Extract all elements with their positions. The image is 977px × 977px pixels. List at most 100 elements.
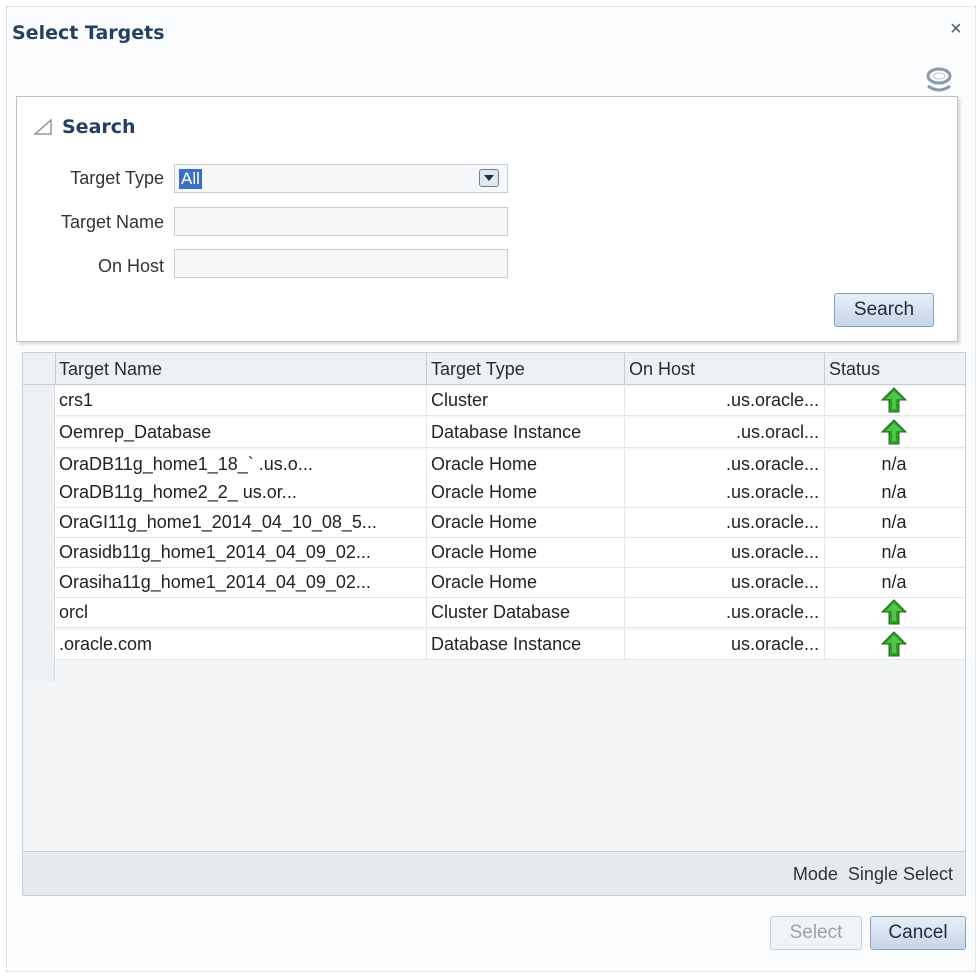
cell-separator bbox=[624, 386, 625, 416]
table-row[interactable]: OraDB11g_home1_18_` .us.o... Oracle Home.… bbox=[55, 450, 965, 480]
cell-status: n/a bbox=[827, 512, 961, 533]
cell-target-name: orcl bbox=[59, 602, 89, 622]
cell-separator bbox=[824, 508, 825, 538]
status-text: n/a bbox=[881, 482, 907, 502]
cell-separator bbox=[426, 538, 427, 568]
cell-target-type: Cluster Database bbox=[431, 602, 571, 622]
table-header: Target Name Target Type On Host Status bbox=[23, 353, 965, 385]
target-name-label: Target Name bbox=[60, 212, 164, 232]
up-arrow-icon bbox=[880, 631, 908, 657]
target-type-select[interactable]: All bbox=[174, 164, 508, 193]
cell-on-host: .us.oracle... bbox=[725, 602, 819, 622]
cell-target-type: Cluster bbox=[431, 390, 489, 410]
up-arrow-icon bbox=[880, 599, 908, 625]
column-header-target-type[interactable]: Target Type bbox=[431, 359, 525, 380]
disclosure-triangle-icon[interactable] bbox=[34, 119, 52, 135]
dropdown-arrow-icon[interactable] bbox=[479, 169, 499, 187]
cell-separator bbox=[624, 598, 625, 628]
cell-status bbox=[827, 631, 961, 662]
cell-separator bbox=[624, 508, 625, 538]
target-name-input[interactable] bbox=[174, 207, 508, 236]
cancel-button[interactable]: Cancel bbox=[870, 916, 966, 950]
dialog-title: Select Targets bbox=[12, 22, 165, 44]
cell-separator bbox=[426, 568, 427, 598]
cell-target-name: OraDB11g_home2_2_ us.or... bbox=[59, 482, 297, 502]
column-separator bbox=[55, 353, 56, 385]
cell-separator bbox=[426, 418, 427, 448]
cell-target-name: .oracle.com bbox=[59, 634, 153, 654]
search-section-header[interactable]: Search bbox=[34, 116, 136, 138]
cell-separator bbox=[426, 508, 427, 538]
cell-target-type: Oracle Home bbox=[431, 454, 538, 474]
on-host-label: On Host bbox=[97, 256, 164, 276]
status-text: n/a bbox=[881, 542, 907, 562]
oracle-help-icon[interactable] bbox=[924, 64, 954, 98]
cell-separator bbox=[624, 568, 625, 598]
cell-on-host: us.oracle... bbox=[730, 542, 819, 562]
cell-separator bbox=[824, 418, 825, 448]
table-row[interactable]: Orasiha11g_home1_2014_04_09_02... Oracle … bbox=[55, 568, 965, 598]
cell-target-type: Oracle Home bbox=[431, 512, 538, 532]
cell-separator bbox=[426, 386, 427, 416]
cell-target-name: OraDB11g_home1_18_` .us.o... bbox=[59, 454, 313, 474]
cell-on-host: us.oracle... bbox=[730, 572, 819, 592]
search-header-label: Search bbox=[62, 116, 136, 138]
cell-target-type: Oracle Home bbox=[431, 542, 538, 562]
column-header-on-host[interactable]: On Host bbox=[629, 359, 695, 380]
cell-separator bbox=[624, 418, 625, 448]
cell-separator bbox=[824, 568, 825, 598]
selection-mode: Mode Single Select bbox=[793, 864, 953, 885]
cell-separator bbox=[824, 478, 825, 508]
cell-on-host: .us.oracl... bbox=[735, 422, 819, 442]
cell-on-host: .us.oracle... bbox=[725, 454, 819, 474]
column-separator bbox=[624, 353, 625, 385]
table-row[interactable]: .oracle.com Database Instance us.oracle... bbox=[55, 630, 965, 660]
cell-separator bbox=[624, 630, 625, 660]
table-row[interactable]: Oemrep_Database Database Instance .us.orac… bbox=[55, 418, 965, 448]
table-row[interactable]: OraGI11g_home1_2014_04_10_08_5... Oracle … bbox=[55, 508, 965, 538]
target-type-selected-value: All bbox=[179, 169, 202, 189]
table-row[interactable]: OraDB11g_home2_2_ us.or... Oracle Home .us… bbox=[55, 478, 965, 508]
table-row[interactable]: orcl Cluster Database .us.oracle... bbox=[55, 598, 965, 628]
cell-on-host: .us.oracle... bbox=[725, 482, 819, 502]
cell-status: n/a bbox=[827, 482, 961, 503]
cell-status bbox=[827, 419, 961, 450]
cell-target-name: crs1 bbox=[59, 390, 94, 410]
mode-label: Mode bbox=[792, 864, 838, 884]
cell-separator bbox=[824, 630, 825, 660]
status-text: n/a bbox=[881, 512, 907, 532]
cell-status bbox=[827, 599, 961, 630]
table-row[interactable]: crs1 Cluster .us.oracle... bbox=[55, 386, 965, 416]
cell-target-name: OraGI11g_home1_2014_04_10_08_5... bbox=[59, 512, 377, 532]
cell-target-name: Orasiha11g_home1_2014_04_09_02... bbox=[59, 572, 371, 592]
results-table: Target Name Target Type On Host Status c… bbox=[22, 352, 966, 896]
cell-separator bbox=[624, 538, 625, 568]
column-separator bbox=[426, 353, 427, 385]
cell-status: n/a bbox=[827, 572, 961, 593]
up-arrow-icon bbox=[880, 387, 908, 413]
row-header-column bbox=[23, 385, 55, 681]
cell-separator bbox=[824, 538, 825, 568]
on-host-input[interactable] bbox=[174, 249, 508, 278]
cell-on-host: .us.oracle... bbox=[725, 512, 819, 532]
cell-separator bbox=[426, 450, 427, 480]
cell-separator bbox=[426, 598, 427, 628]
search-button[interactable]: Search bbox=[834, 293, 934, 327]
close-icon[interactable]: × bbox=[950, 18, 962, 41]
column-header-target-name[interactable]: Target Name bbox=[59, 359, 162, 380]
cell-status bbox=[827, 387, 961, 418]
cell-separator bbox=[624, 450, 625, 480]
column-header-status[interactable]: Status bbox=[829, 359, 880, 380]
cell-separator bbox=[824, 386, 825, 416]
cell-target-type: Oracle Home bbox=[431, 482, 538, 502]
cell-status: n/a bbox=[827, 454, 961, 475]
table-row[interactable]: Orasidb11g_home1_2014_04_09_02... Oracle … bbox=[55, 538, 965, 568]
cell-target-name: Oemrep_Database bbox=[59, 422, 212, 442]
select-button[interactable]: Select bbox=[770, 916, 862, 950]
status-text: n/a bbox=[881, 572, 907, 592]
cell-status: n/a bbox=[827, 542, 961, 563]
cell-target-name: Orasidb11g_home1_2014_04_09_02... bbox=[59, 542, 371, 562]
cell-target-type: Database Instance bbox=[431, 422, 582, 442]
cell-separator bbox=[426, 630, 427, 660]
cell-target-type: Oracle Home bbox=[431, 572, 538, 592]
